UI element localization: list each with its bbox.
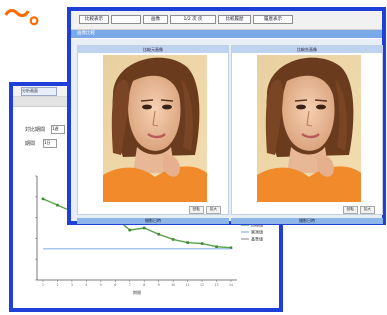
- portrait-photo-left: [103, 55, 207, 202]
- photo-window-tabbar: 比較表示 画像 1/2 次 戻 比較履歴 履歴表示: [71, 11, 382, 30]
- chart-x-tick-label: 14: [229, 283, 233, 287]
- series-point: [142, 226, 146, 230]
- series-point: [157, 232, 160, 236]
- series-point: [41, 197, 45, 201]
- portrait-photo-right: [257, 55, 361, 202]
- chart-x-axis-label: 期間: [133, 289, 141, 295]
- rotate-button-right[interactable]: 回転: [342, 206, 358, 214]
- photo-compare-window: 比較表示 画像 1/2 次 戻 比較履歴 履歴表示 画像比較 比較元画像 回転 …: [67, 7, 386, 225]
- chart-x-tick-label: 7: [129, 283, 131, 287]
- chart-x-tick-label: 9: [158, 283, 160, 287]
- tab-compare-view[interactable]: 比較表示: [79, 15, 109, 24]
- series-point: [171, 238, 175, 241]
- chart-x-tick-label: 4: [85, 283, 87, 287]
- series-point: [56, 203, 59, 207]
- series-point: [128, 228, 132, 232]
- chart-x-tick-label: 8: [143, 283, 145, 287]
- panel-footer-right: 撮影日時: [231, 218, 383, 224]
- section-header: 画像比較: [71, 30, 382, 38]
- tab-image[interactable]: 画像: [143, 15, 168, 24]
- panel-header-left: 比較元画像: [78, 46, 228, 53]
- decorative-tilde: ～。: [4, 0, 55, 30]
- zoom-button-right[interactable]: 拡大: [359, 206, 375, 214]
- photo-panel-left: 比較元画像 回転 拡大: [77, 45, 229, 215]
- chart-x-tick-label: 3: [71, 283, 73, 287]
- compare-body: 比較元画像 回転 拡大 撮影日時 比較先画像 回転 拡大 撮影日時: [71, 39, 383, 224]
- chart-x-tick-label: 13: [215, 283, 219, 287]
- zoom-button-left[interactable]: 拡大: [205, 206, 221, 214]
- legend-label: 実測値: [251, 229, 263, 235]
- photo-panel-right: 比較先画像 回転 拡大: [231, 45, 383, 215]
- rotate-button-left[interactable]: 回転: [188, 206, 204, 214]
- tab-compare-history[interactable]: 比較履歴: [218, 15, 251, 24]
- panel-buttons-left: 回転 拡大: [188, 206, 221, 214]
- series-point: [186, 241, 189, 244]
- chart-x-tick-label: 11: [186, 283, 190, 287]
- tab-pager[interactable]: 1/2 次 戻: [170, 15, 216, 24]
- panel-footer-left: 撮影日時: [77, 218, 229, 224]
- legend-label: 基準値: [251, 236, 263, 242]
- chart-x-tick-label: 2: [56, 283, 58, 287]
- series-point: [200, 242, 204, 245]
- chart-x-tick-label: 12: [200, 283, 204, 287]
- chart-x-tick-label: 1: [42, 283, 44, 287]
- panel-buttons-right: 回転 拡大: [342, 206, 375, 214]
- panel-header-right: 比較先画像: [232, 46, 382, 53]
- chart-x-tick-label: 5: [100, 283, 102, 287]
- tab-blank[interactable]: [111, 15, 141, 24]
- series-point: [215, 245, 218, 249]
- tab-history-view[interactable]: 履歴表示: [253, 15, 293, 24]
- chart-x-tick-label: 6: [114, 283, 116, 287]
- chart-x-tick-label: 10: [171, 283, 175, 287]
